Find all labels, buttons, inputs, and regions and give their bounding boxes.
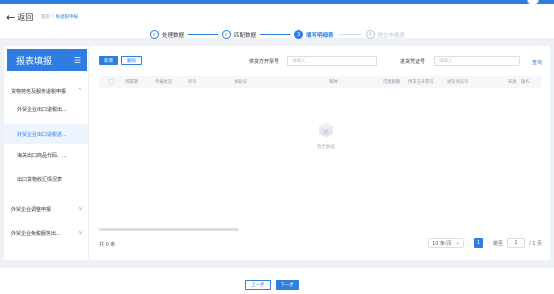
jump-prefix: 跳至 [492, 240, 503, 247]
query-button[interactable]: 查询 [532, 59, 542, 66]
column-header[interactable]: 申报批次 [155, 79, 172, 85]
step-submit: 4 提交申报表 [365, 30, 406, 39]
chevron-down-icon: v [79, 206, 82, 212]
sidebar-title: 报表填报 [16, 56, 53, 67]
empty-text: 暂无数据 [317, 145, 335, 150]
sidebar-item-export-purchase[interactable]: 外贸企业出口退税进... [4, 124, 88, 144]
sidebar-item-customs-code[interactable]: 海关出口商品代码、... [4, 152, 88, 159]
main-panel: 报表填报 ☰ 货物劳务及服务退税申报 ^ 外贸企业出口退税出... 外贸企业出口… [4, 46, 550, 260]
step-fill-detail: 3 填写明细表 [294, 30, 334, 39]
next-step-button[interactable]: 下一步 [275, 280, 299, 290]
sidebar-item-label: 货物劳务及服务退税申报 [11, 89, 67, 95]
sidebar-item-fx-receipt[interactable]: 出口货物收汇情况表 [4, 176, 88, 183]
select-all-checkbox[interactable] [109, 79, 114, 84]
breadcrumb-separator: / [52, 14, 54, 19]
step-connector [337, 34, 362, 35]
column-header[interactable]: 可退税额 [383, 79, 400, 85]
step-label: 匹配数据 [234, 32, 257, 39]
supplier-invoice-label: 供货方开票号 [249, 59, 280, 65]
page-size-select[interactable]: 10 条/页 ⌄ [428, 238, 464, 248]
horizontal-scrollbar[interactable] [99, 228, 239, 231]
pagination: 10 条/页 ⌄ ‹ 1 › 跳至 1 / 1 页 [428, 238, 542, 248]
prev-step-button[interactable]: 上一步 [245, 280, 271, 290]
sidebar-item-export-declaration[interactable]: 外贸企业出口退税出... [4, 106, 88, 113]
supplier-invoice-input[interactable]: 请输入 [287, 56, 377, 66]
voucher-input[interactable]: 请输入 [434, 56, 520, 66]
action-buttons: 新增 删除 [99, 56, 142, 65]
page-number-current[interactable]: 1 [473, 238, 483, 248]
sidebar-group-tax-free-services[interactable]: 外贸企业免税服务出... v [4, 230, 88, 237]
sidebar-item-label: 海关出口商品代码、... [17, 153, 67, 159]
step-connector [260, 34, 291, 35]
breadcrumb-home[interactable]: 首页 [41, 14, 50, 20]
total-count: 共 0 条 [99, 242, 116, 248]
column-header[interactable]: 序号 [188, 79, 197, 85]
content-area: 新增 删除 供货方开票号 请输入 进货凭证号 请输入 查询 所属期 申报批次 序… [92, 46, 548, 260]
column-header[interactable]: 所属期 [125, 79, 138, 85]
check-circle-icon: ✓ [222, 30, 232, 39]
delete-button[interactable]: 删除 [121, 56, 142, 65]
column-header[interactable]: 开具 [508, 79, 517, 85]
empty-state: 暂无数据 [317, 121, 335, 150]
page-jump-input[interactable]: 1 [506, 238, 525, 248]
empty-box-icon [319, 122, 333, 138]
step-process-data: ✓ 处理数据 [150, 30, 184, 39]
column-header[interactable]: 操作 [521, 79, 530, 85]
step-label: 处理数据 [162, 32, 185, 39]
sidebar-item-label: 外贸企业出口退税出... [17, 107, 67, 113]
footer-buttons: 上一步 下一步 [245, 280, 299, 290]
sidebar-group-adjustment[interactable]: 外贸企业调整申报 v [4, 206, 88, 213]
step-number-badge: 4 [365, 30, 375, 39]
back-label: 返回 [17, 13, 34, 22]
sidebar: 报表填报 ☰ 货物劳务及服务退税申报 ^ 外贸企业出口退税出... 外贸企业出口… [4, 46, 89, 260]
step-label: 填写明细表 [306, 32, 334, 39]
chevron-up-icon: ^ [77, 88, 82, 94]
step-label: 提交申报表 [377, 32, 406, 39]
back-button[interactable]: ← 返回 [6, 12, 33, 23]
chevron-down-icon: ⌄ [455, 240, 460, 246]
sidebar-item-label: 外贸企业调整申报 [11, 207, 52, 213]
check-circle-icon: ✓ [150, 30, 159, 39]
add-button[interactable]: 新增 [99, 56, 118, 65]
chevron-down-icon: v [79, 230, 82, 236]
step-number-badge: 3 [294, 30, 304, 39]
voucher-label: 进货凭证号 [400, 59, 426, 65]
step-connector [188, 34, 219, 35]
sidebar-header: 报表填报 ☰ [7, 49, 87, 71]
column-header[interactable]: 关联号 [234, 79, 247, 85]
column-header[interactable]: 税种 [329, 79, 338, 85]
step-progress: ✓ 处理数据 ✓ 匹配数据 3 填写明细表 4 提交申报表 [150, 30, 405, 39]
column-header[interactable]: 供货方开票号 [408, 79, 434, 85]
breadcrumb: 首页 / 免退税申报 [41, 14, 78, 20]
sidebar-item-label: 出口货物收汇情况表 [17, 177, 63, 183]
prev-page-icon[interactable]: ‹ [468, 240, 470, 246]
sidebar-group-goods-services[interactable]: 货物劳务及服务退税申报 ^ [4, 88, 88, 95]
menu-icon[interactable]: ☰ [74, 56, 81, 65]
footer-bar: 上一步 下一步 [0, 268, 554, 294]
column-header[interactable]: 进货凭证号 [447, 79, 468, 85]
arrow-left-icon: ← [6, 10, 16, 24]
table-header: 所属期 申报批次 序号 关联号 税种 可退税额 供货方开票号 进货凭证号 开具 … [99, 76, 542, 88]
sidebar-item-label: 外贸企业出口退税进... [17, 131, 67, 138]
sidebar-item-label: 外贸企业免税服务出... [11, 231, 61, 237]
jump-suffix: / 1 页 [528, 240, 542, 247]
next-page-icon[interactable]: › [487, 240, 489, 246]
step-match-data: ✓ 匹配数据 [222, 30, 256, 39]
page-size-value: 10 条/页 [432, 240, 452, 247]
breadcrumb-current: 免退税申报 [55, 15, 79, 20]
